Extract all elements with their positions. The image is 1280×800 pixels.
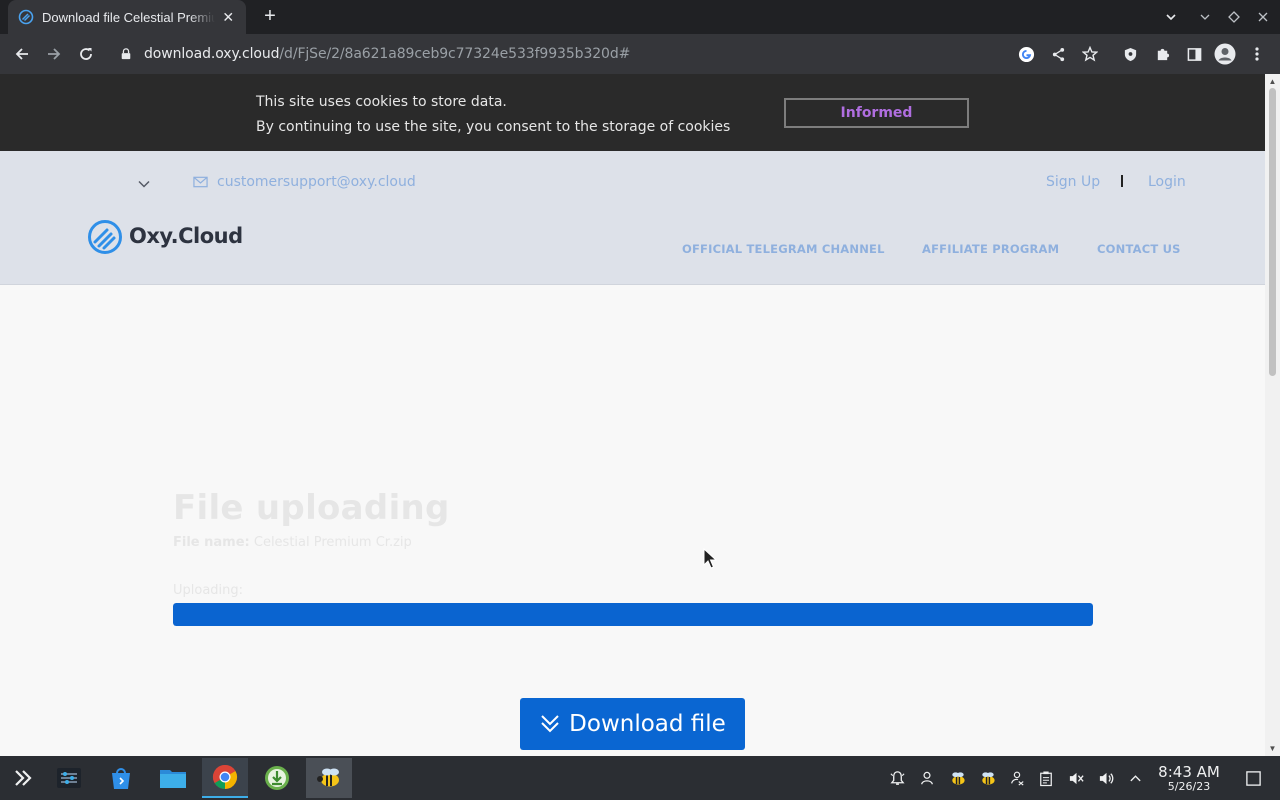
- browser-tab[interactable]: Download file Celestial Premium Cr.zip ✕: [8, 0, 246, 34]
- profile-avatar-icon[interactable]: [1213, 42, 1237, 66]
- logo-text[interactable]: Oxy.Cloud: [129, 224, 243, 248]
- minimize-window-icon[interactable]: [1194, 6, 1216, 28]
- download-file-label: Download file: [569, 711, 726, 737]
- new-tab-button[interactable]: +: [258, 5, 282, 29]
- nav-telegram-channel[interactable]: OFFICIAL TELEGRAM CHANNEL: [682, 242, 885, 256]
- user-account-icon[interactable]: [917, 768, 937, 788]
- notifications-bell-icon[interactable]: [887, 768, 907, 788]
- google-lens-icon[interactable]: [1014, 42, 1038, 66]
- url-path: /d/FjSe/2/8a621a89ceb9c77324e533f9935b32…: [279, 46, 631, 62]
- uploading-label: Uploading:: [173, 583, 244, 598]
- tab-title: Download file Celestial Premium Cr.zip: [42, 9, 215, 25]
- url-host: download.oxy.cloud: [144, 46, 280, 62]
- url-text: download.oxy.cloud/d/FjSe/2/8a621a89ceb9…: [144, 46, 630, 62]
- clipboard-icon[interactable]: [1036, 768, 1056, 788]
- lock-icon[interactable]: [120, 47, 134, 61]
- bookmark-star-icon[interactable]: [1078, 42, 1102, 66]
- nav-affiliate-program[interactable]: AFFILIATE PROGRAM: [922, 242, 1059, 256]
- cookie-accept-button[interactable]: Informed: [784, 98, 969, 128]
- mail-icon: [193, 176, 208, 191]
- signup-link[interactable]: Sign Up: [1046, 174, 1100, 190]
- maximize-window-icon[interactable]: [1223, 6, 1245, 28]
- cookie-message: This site uses cookies to store data. By…: [256, 90, 730, 140]
- clock-time[interactable]: 8:43 AM: [1157, 763, 1221, 781]
- tab-close-button[interactable]: ✕: [221, 9, 237, 26]
- app-launcher-icon[interactable]: [0, 758, 46, 798]
- download-manager-icon[interactable]: [254, 758, 300, 798]
- system-settings-icon[interactable]: [46, 758, 92, 798]
- show-desktop-icon[interactable]: [1243, 768, 1263, 788]
- bee-tray-icon[interactable]: [947, 768, 967, 788]
- file-name-label: File name:: [173, 535, 250, 550]
- cookie-line-2: By continuing to use the site, you conse…: [256, 119, 731, 135]
- discover-store-icon[interactable]: [98, 758, 144, 798]
- extension-shield-icon[interactable]: [1118, 42, 1142, 66]
- volume-speaker-icon[interactable]: [1096, 768, 1116, 788]
- user-network-icon[interactable]: [1007, 768, 1027, 788]
- address-bar[interactable]: download.oxy.cloud/d/FjSe/2/8a621a89ceb9…: [110, 38, 1010, 70]
- upload-progress-fill: [173, 603, 1093, 626]
- scrollbar-thumb[interactable]: [1269, 88, 1276, 376]
- scroll-down-arrow-icon[interactable]: ▼: [1268, 744, 1277, 753]
- auth-divider: [1121, 175, 1123, 187]
- file-name-row: File name: Celestial Premium Cr.zip: [173, 535, 412, 550]
- close-window-icon[interactable]: [1252, 6, 1274, 28]
- tray-expand-chevron-icon[interactable]: [1125, 768, 1145, 788]
- page-scrollbar[interactable]: ▲ ▼: [1265, 74, 1280, 756]
- download-file-button[interactable]: Download file: [520, 698, 745, 750]
- bee-app-icon[interactable]: [306, 758, 352, 798]
- chrome-browser-icon[interactable]: [202, 758, 248, 798]
- oxy-cloud-logo-icon[interactable]: [87, 219, 123, 255]
- upload-progress-bar: [173, 603, 1093, 626]
- bee-tray-icon-2[interactable]: [977, 768, 997, 788]
- site-header: customersupport@oxy.cloud Sign Up Login …: [0, 151, 1265, 285]
- taskbar: 8:43 AM 5/26/23: [0, 756, 1280, 800]
- muted-speaker-icon[interactable]: [1066, 768, 1086, 788]
- browser-toolbar: download.oxy.cloud/d/FjSe/2/8a621a89ceb9…: [0, 34, 1280, 74]
- nav-contact-us[interactable]: CONTACT US: [1097, 242, 1181, 256]
- back-arrow-icon[interactable]: [10, 42, 34, 66]
- file-name-value: Celestial Premium Cr.zip: [253, 535, 412, 550]
- browser-menu-icon[interactable]: [1245, 42, 1269, 66]
- extensions-puzzle-icon[interactable]: [1150, 42, 1174, 66]
- cookie-banner: This site uses cookies to store data. By…: [0, 74, 1265, 151]
- clock-date[interactable]: 5/26/23: [1157, 780, 1221, 793]
- page-title: File uploading: [173, 488, 450, 528]
- reload-icon[interactable]: [74, 42, 98, 66]
- forward-arrow-icon[interactable]: [42, 42, 66, 66]
- scroll-up-arrow-icon[interactable]: ▲: [1268, 77, 1277, 86]
- tab-strip: Download file Celestial Premium Cr.zip ✕…: [0, 0, 1280, 34]
- tab-search-chevron-icon[interactable]: [1160, 6, 1182, 28]
- double-chevron-down-icon: [539, 713, 561, 735]
- file-manager-icon[interactable]: [150, 758, 196, 798]
- share-icon[interactable]: [1046, 42, 1070, 66]
- oxy-cloud-favicon-icon: [18, 9, 34, 25]
- cookie-line-1: This site uses cookies to store data.: [256, 94, 507, 110]
- mouse-cursor-icon: [703, 548, 717, 569]
- login-link[interactable]: Login: [1148, 174, 1186, 190]
- page-viewport: This site uses cookies to store data. By…: [0, 74, 1265, 756]
- side-panel-icon[interactable]: [1182, 42, 1206, 66]
- language-dropdown-chevron-icon[interactable]: [136, 176, 152, 192]
- support-email-link[interactable]: customersupport@oxy.cloud: [217, 174, 416, 190]
